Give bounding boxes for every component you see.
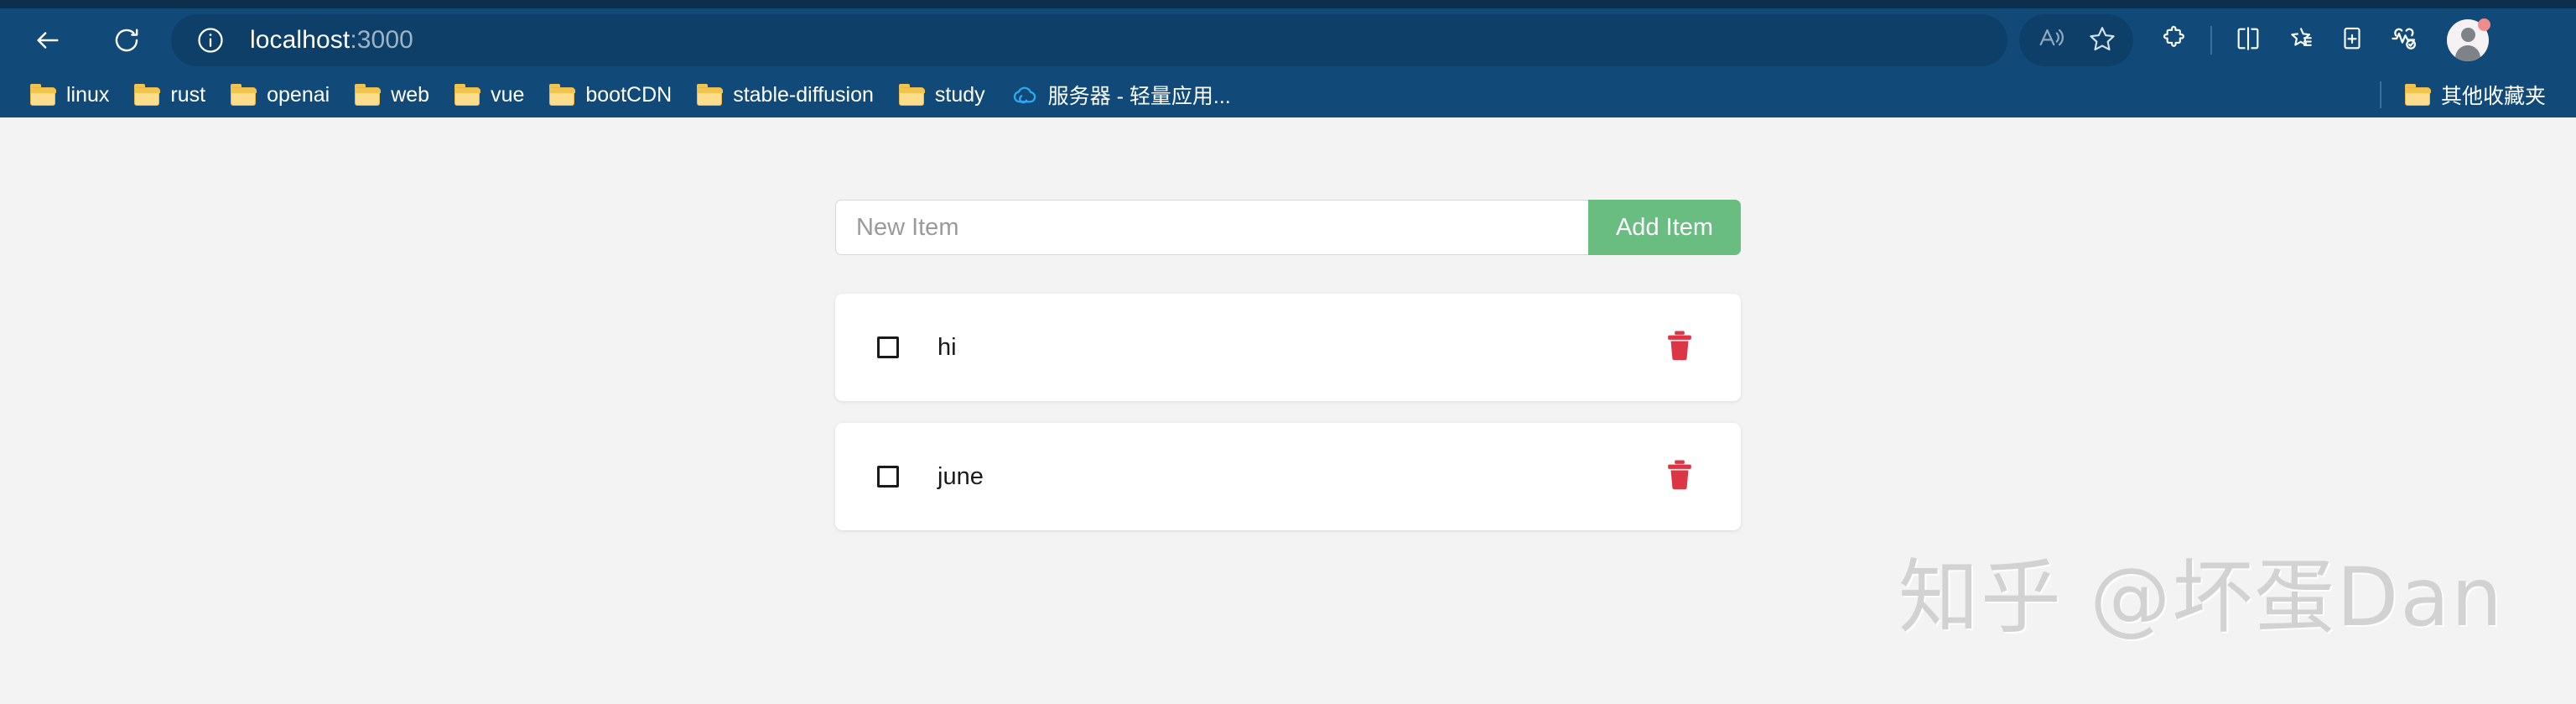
todo-checkbox[interactable] (877, 336, 899, 358)
avatar-body (2455, 45, 2480, 61)
bookmark-bootcdn[interactable]: bootCDN (539, 77, 682, 112)
bookmark-label: stable-diffusion (733, 82, 874, 107)
add-item-row: Add Item (835, 200, 1741, 255)
bookmark-label: 服务器 - 轻量应用... (1047, 85, 1231, 108)
toolbar-right-group (2019, 14, 2494, 66)
bookmark-tencent-server[interactable]: 服务器 - 轻量应用... (1000, 77, 1241, 112)
reload-button[interactable] (101, 14, 153, 66)
extensions-puzzle-icon (2160, 24, 2189, 57)
todo-label: hi (937, 333, 957, 361)
bookmark-rust[interactable]: rust (124, 77, 216, 112)
address-bar[interactable]: localhost:3000 (171, 14, 2007, 66)
bookmark-label: bootCDN (585, 82, 673, 107)
tencent-cloud-icon (1010, 83, 1037, 107)
arrow-left-icon (34, 26, 62, 55)
delete-todo-button[interactable] (1665, 331, 1694, 364)
browser-chrome: localhost:3000 linux rust openai web vue… (0, 0, 2576, 117)
bookmarks-right-group: 其他收藏夹 (2379, 77, 2556, 112)
todo-item[interactable]: june (835, 423, 1741, 530)
url-port: :3000 (350, 26, 413, 54)
todo-item[interactable]: hi (835, 294, 1741, 401)
todo-checkbox[interactable] (877, 466, 899, 488)
browser-toolbar: localhost:3000 (0, 8, 2576, 72)
bookmark-linux[interactable]: linux (20, 77, 119, 112)
bookmark-openai[interactable]: openai (221, 77, 340, 112)
urlbar-actions-pill (2019, 14, 2133, 66)
bookmark-label: rust (170, 82, 206, 107)
trash-icon (1666, 330, 1693, 366)
favorites-button[interactable] (2274, 14, 2326, 66)
folder-icon (30, 84, 56, 106)
tab-strip (0, 0, 2576, 8)
add-item-button[interactable]: Add Item (1588, 200, 1741, 255)
page-content: Add Item hi june (0, 117, 2576, 704)
delete-todo-button[interactable] (1665, 460, 1694, 493)
watermark: 知乎 @坏蛋Dan (1898, 550, 2504, 644)
bookmark-label: vue (491, 82, 525, 107)
add-favorite-button[interactable] (2076, 14, 2128, 66)
todo-app: Add Item hi june (835, 117, 1741, 530)
notification-dot (2478, 18, 2490, 31)
bookmark-label: linux (66, 82, 110, 107)
browser-essentials-button[interactable] (2378, 14, 2430, 66)
favorite-star-icon (2088, 24, 2116, 57)
split-screen-button[interactable] (2222, 14, 2274, 66)
browser-essentials-icon (2389, 23, 2419, 58)
url-text: localhost:3000 (250, 26, 413, 55)
new-item-input[interactable] (835, 200, 1588, 255)
trash-icon (1666, 459, 1693, 495)
folder-icon (134, 84, 161, 106)
favorites-list-icon (2286, 24, 2314, 57)
bookmark-label: study (934, 82, 985, 107)
toolbar-divider (2210, 26, 2212, 55)
todo-label: june (937, 462, 984, 490)
other-favorites-folder[interactable]: 其他收藏夹 (2395, 77, 2556, 112)
read-aloud-icon (2036, 24, 2064, 57)
folder-icon (898, 84, 925, 106)
collections-button[interactable] (2326, 14, 2378, 66)
other-favorites-label: 其他收藏夹 (2440, 85, 2546, 108)
bookmark-vue[interactable]: vue (444, 77, 534, 112)
folder-icon (549, 84, 576, 106)
collections-icon (2338, 24, 2366, 57)
read-aloud-button[interactable] (2024, 14, 2076, 66)
folder-icon (231, 84, 257, 106)
bookmark-label: web (391, 82, 430, 107)
folder-icon (355, 84, 382, 106)
split-screen-icon (2234, 24, 2262, 57)
bookmark-study[interactable]: study (889, 77, 995, 112)
folder-icon (454, 84, 481, 106)
bookmark-web[interactable]: web (345, 77, 439, 112)
bookmark-stable-diffusion[interactable]: stable-diffusion (687, 77, 884, 112)
bookmark-label: openai (267, 82, 330, 107)
profile-button[interactable] (2442, 14, 2494, 66)
extensions-button[interactable] (2148, 14, 2200, 66)
folder-icon (697, 84, 724, 106)
bookmarks-divider (2379, 81, 2381, 108)
info-circle-icon[interactable] (191, 21, 230, 60)
reload-icon (112, 26, 141, 55)
back-button[interactable] (22, 14, 74, 66)
bookmarks-bar: linux rust openai web vue bootCDN stable… (0, 72, 2576, 117)
folder-icon (2404, 84, 2431, 106)
avatar-head (2460, 28, 2475, 42)
url-host: localhost (250, 26, 351, 54)
